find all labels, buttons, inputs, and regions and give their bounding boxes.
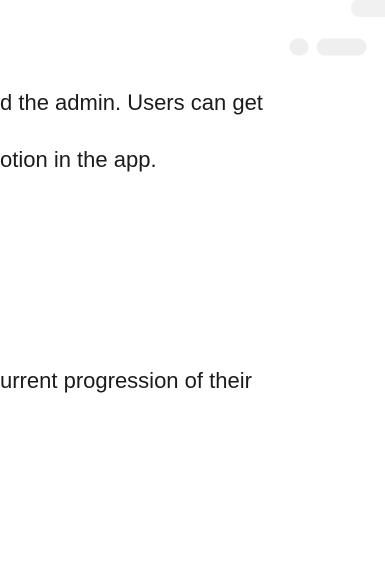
paragraph-2-line-1: urrent progression of their xyxy=(0,368,252,393)
paragraph-1-line-2: otion in the app. xyxy=(0,147,157,172)
phone-drawing-icon xyxy=(289,38,367,56)
paragraph-1-line-1: d the admin. Users can get xyxy=(0,90,263,115)
